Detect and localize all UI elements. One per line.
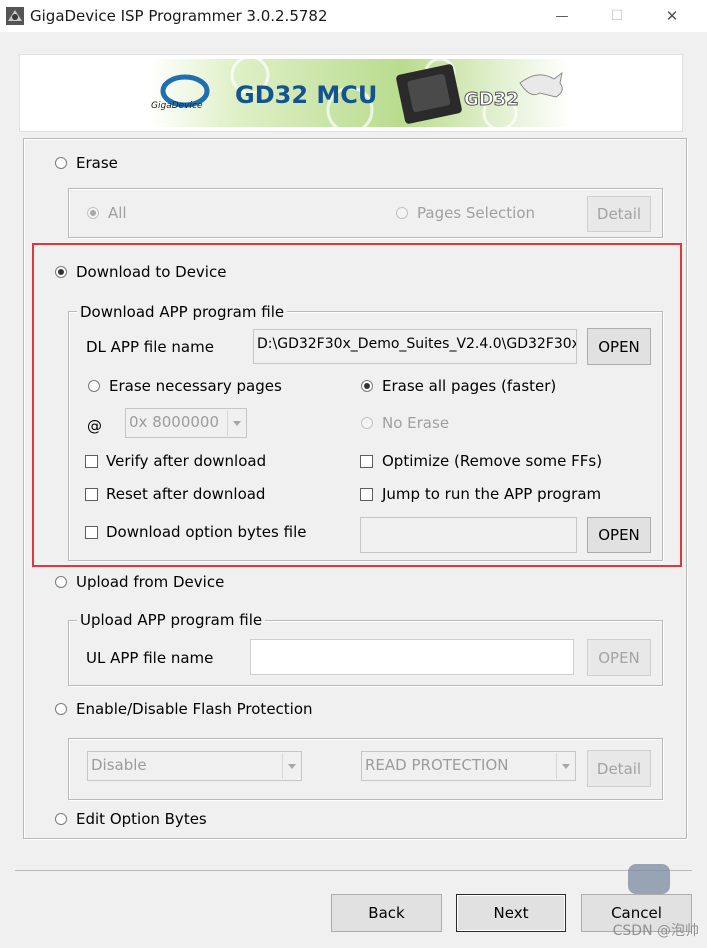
divider	[15, 870, 692, 871]
erase-pages-label: Pages Selection	[417, 204, 536, 222]
watermark: CSDN @泡帅	[612, 923, 699, 939]
chevron-down-icon	[282, 753, 300, 779]
close-icon: ✕	[665, 7, 679, 25]
minimize-icon: —	[555, 8, 569, 24]
protection-label: Enable/Disable Flash Protection	[76, 700, 313, 718]
app-icon	[6, 7, 24, 25]
protection-mode-value: Disable	[91, 756, 147, 774]
erase-detail-button[interactable]: Detail	[587, 196, 651, 232]
option-bytes-radio[interactable]	[55, 813, 67, 825]
next-button[interactable]: Next	[456, 894, 566, 932]
erase-pages-radio[interactable]	[396, 207, 408, 219]
banner-product: GD32 MCU	[235, 81, 378, 109]
erase-all-radio[interactable]	[87, 207, 99, 219]
erase-all-label: All	[108, 204, 127, 222]
protection-mode-combo[interactable]: Disable	[87, 751, 302, 781]
maximize-icon: ☐	[610, 8, 624, 24]
highlight-box	[32, 243, 682, 567]
upload-group-title: Upload APP program file	[77, 611, 266, 629]
edit-option-bytes-label: Edit Option Bytes	[76, 810, 207, 828]
upload-radio[interactable]	[55, 576, 67, 588]
erase-label: Erase	[76, 154, 118, 172]
ul-file-field[interactable]	[250, 639, 574, 675]
ul-file-label: UL APP file name	[86, 649, 214, 667]
upload-label: Upload from Device	[76, 573, 225, 591]
erase-group	[68, 188, 663, 238]
chat-bubble-icon	[628, 864, 670, 894]
banner-brand: GigaDevice	[151, 101, 203, 111]
banner: GigaDevice GD32 MCU GD32	[19, 54, 683, 132]
close-button[interactable]: ✕	[649, 0, 695, 32]
minimize-button[interactable]: —	[539, 0, 585, 32]
protection-detail-button[interactable]: Detail	[587, 750, 651, 787]
ul-open-button[interactable]: OPEN	[587, 639, 651, 676]
maximize-button[interactable]: ☐	[594, 0, 640, 32]
protection-type-value: READ PROTECTION	[365, 756, 509, 774]
window-title: GigaDevice ISP Programmer 3.0.2.5782	[30, 7, 328, 25]
chevron-down-icon	[556, 753, 574, 779]
protection-radio[interactable]	[55, 703, 67, 715]
protection-type-combo[interactable]: READ PROTECTION	[361, 751, 576, 781]
back-button[interactable]: Back	[331, 894, 442, 932]
banner-chip-mark: GD32	[464, 89, 520, 111]
erase-radio[interactable]	[55, 157, 67, 169]
